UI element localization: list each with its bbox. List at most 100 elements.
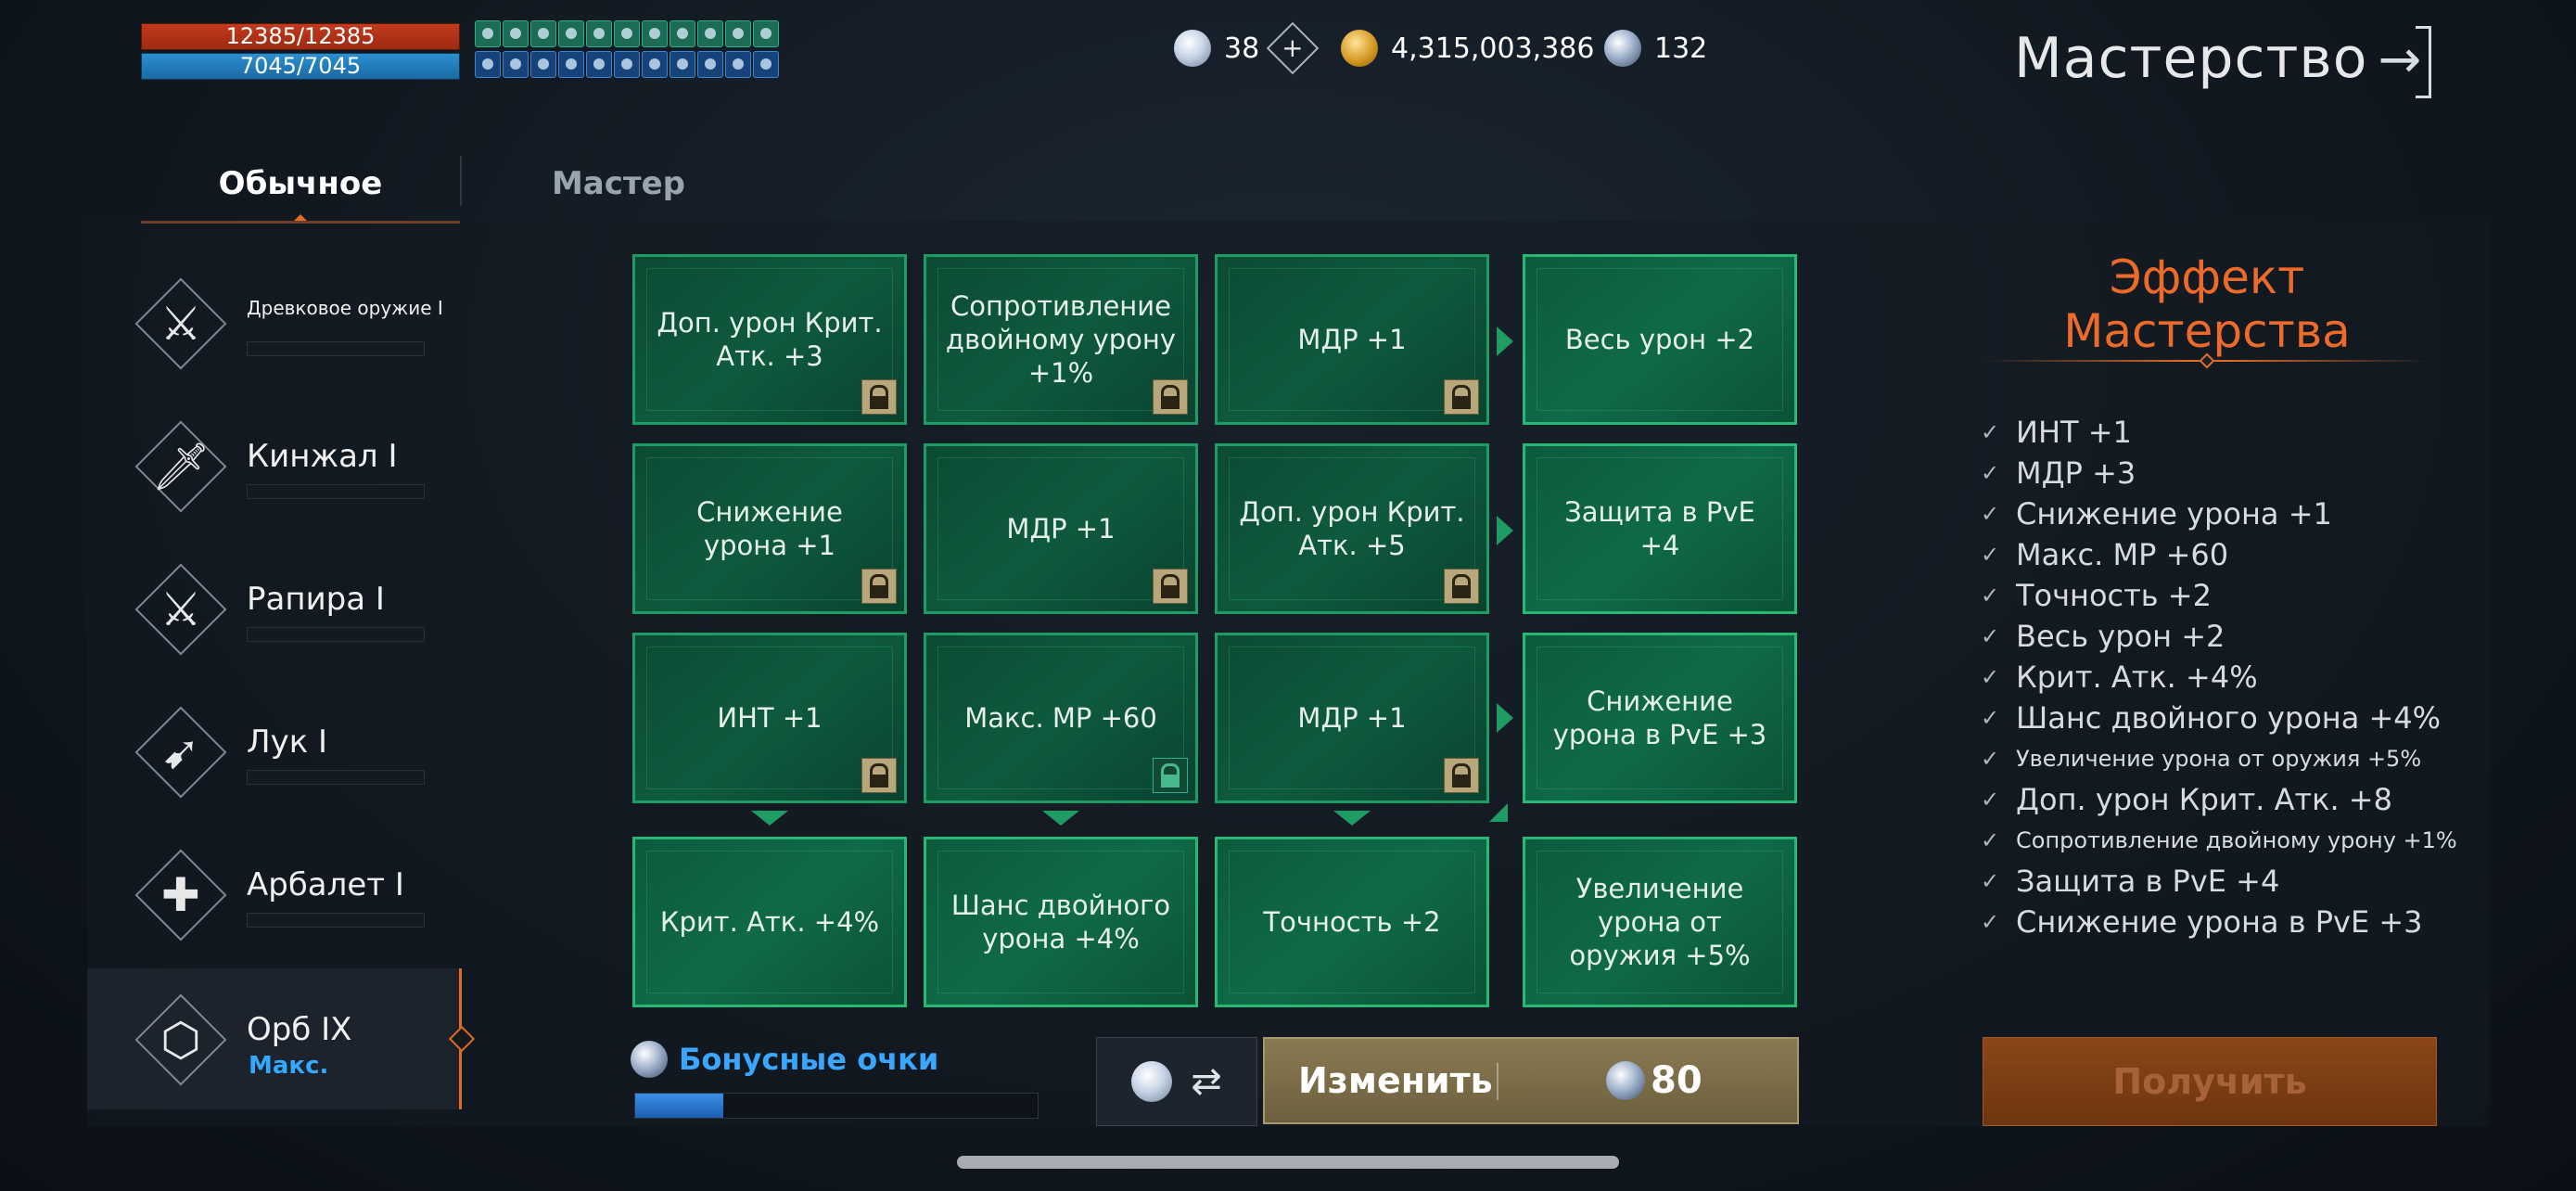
weapon-progress-bar bbox=[247, 341, 425, 356]
weapon-name: Рапира I bbox=[247, 581, 385, 618]
mastery-reward-node[interactable]: Снижение урона в PvE +3 bbox=[1523, 633, 1797, 803]
bow-icon: ➹ bbox=[141, 712, 221, 792]
weapon-item-rapier[interactable]: ⚔ Рапира I bbox=[87, 538, 462, 681]
mastery-node[interactable]: МДР +1 bbox=[924, 443, 1198, 614]
node-label: Сопротивление двойному урону +1% bbox=[945, 290, 1177, 389]
change-button[interactable]: Изменить 80 bbox=[1263, 1037, 1799, 1124]
node-label: МДР +1 bbox=[1297, 702, 1407, 734]
arrow-down-icon bbox=[751, 811, 788, 826]
check-icon: ✓ bbox=[1981, 868, 2000, 894]
crossbow-icon: ✚ bbox=[141, 855, 221, 935]
effect-item: ✓ МДР +3 bbox=[1981, 453, 2500, 493]
add-diamonds-button[interactable]: + bbox=[1266, 21, 1320, 75]
effect-text: МДР +3 bbox=[2016, 455, 2136, 491]
mastery-node[interactable]: МДР +1 bbox=[1215, 254, 1489, 425]
buff-icon bbox=[697, 51, 723, 78]
check-icon: ✓ bbox=[1981, 787, 2000, 813]
get-button[interactable]: Получить bbox=[1983, 1037, 2437, 1126]
weapon-name: Кинжал I bbox=[247, 438, 398, 475]
effect-item: ✓ Увеличение урона от оружия +5% bbox=[1981, 738, 2500, 779]
effect-item: ✓ Весь урон +2 bbox=[1981, 616, 2500, 657]
node-label: Снижение урона в PvE +3 bbox=[1552, 685, 1767, 750]
weapon-progress-bar bbox=[247, 484, 425, 499]
effect-text: Защита в PvE +4 bbox=[2016, 864, 2280, 899]
effect-item: ✓ Защита в PvE +4 bbox=[1981, 861, 2500, 902]
weapon-progress-bar bbox=[247, 770, 425, 785]
node-label: Крит. Атк. +4% bbox=[659, 906, 880, 938]
gold-currency: 4,315,003,386 bbox=[1341, 22, 1594, 74]
change-divider bbox=[1497, 1063, 1498, 1100]
effect-item: ✓ Снижение урона +1 bbox=[1981, 493, 2500, 534]
mastery-reward-node[interactable]: Защита в PvE +4 bbox=[1523, 443, 1797, 614]
unlocked-icon bbox=[1153, 758, 1188, 793]
buff-icon bbox=[753, 20, 779, 47]
orb-currency: 132 bbox=[1604, 22, 1707, 74]
mastery-node[interactable]: Снижение урона +1 bbox=[632, 443, 907, 614]
page-title: Мастерство bbox=[2014, 26, 2368, 91]
mastery-reward-node[interactable]: Увеличение урона от оружия +5% bbox=[1523, 837, 1797, 1007]
weapon-item-orb[interactable]: ⬡ Орб IX Макс. bbox=[87, 968, 476, 1109]
mastery-node[interactable]: Сопротивление двойному урону +1% bbox=[924, 254, 1198, 425]
check-icon: ✓ bbox=[1981, 501, 2000, 527]
buff-icon bbox=[586, 51, 612, 78]
hp-bar: 12385/12385 bbox=[141, 23, 460, 50]
lock-icon bbox=[861, 758, 897, 793]
buff-icon bbox=[697, 20, 723, 47]
exit-button[interactable]: → bbox=[2366, 26, 2433, 98]
mastery-reward-node[interactable]: Крит. Атк. +4% bbox=[632, 837, 907, 1007]
tab-normal[interactable]: Обычное bbox=[141, 147, 460, 224]
weapon-progress-bar bbox=[247, 627, 425, 642]
effect-text: Шанс двойного урона +4% bbox=[2016, 700, 2442, 736]
node-label: Точность +2 bbox=[1263, 906, 1441, 938]
effects-list: ✓ ИНТ +1 ✓ МДР +3 ✓ Снижение урона +1 ✓ Макс. M… bbox=[1981, 412, 2500, 942]
effect-text: Снижение урона +1 bbox=[2016, 496, 2332, 531]
diamond-currency: 38 + bbox=[1174, 21, 1320, 75]
mastery-reward-node[interactable]: Весь урон +2 bbox=[1523, 254, 1797, 425]
weapon-item-polearm[interactable]: ⚔ Древковое оружие I bbox=[87, 252, 462, 395]
diamond-icon bbox=[1174, 30, 1211, 67]
weapon-max-label: Макс. bbox=[249, 1052, 329, 1080]
weapon-item-bow[interactable]: ➹ Лук I bbox=[87, 681, 462, 824]
arrow-right-icon bbox=[1497, 703, 1513, 733]
effect-item: ✓ Крит. Атк. +4% bbox=[1981, 657, 2500, 698]
buff-icon bbox=[670, 20, 695, 47]
arrow-diagonal-icon bbox=[1489, 803, 1508, 822]
mastery-reward-node[interactable]: Шанс двойного урона +4% bbox=[924, 837, 1198, 1007]
effects-title: Эффект Мастерства bbox=[2063, 250, 2351, 358]
tab-master[interactable]: Мастер bbox=[482, 147, 755, 221]
arrow-down-icon bbox=[1333, 811, 1371, 826]
rapier-icon: ⚔ bbox=[141, 570, 221, 649]
mastery-node[interactable]: Доп. урон Крит. Атк. +3 bbox=[632, 254, 907, 425]
check-icon: ✓ bbox=[1981, 460, 2000, 486]
mastery-reward-node[interactable]: Точность +2 bbox=[1215, 837, 1489, 1007]
node-label: МДР +1 bbox=[1006, 513, 1116, 544]
node-label: Весь урон +2 bbox=[1564, 324, 1755, 355]
buff-icon bbox=[530, 51, 556, 78]
mastery-node[interactable]: ИНТ +1 bbox=[632, 633, 907, 803]
mp-value: 7045/7045 bbox=[239, 53, 362, 79]
buff-icons bbox=[475, 20, 779, 78]
lock-icon bbox=[1444, 569, 1479, 604]
polearm-icon: ⚔ bbox=[141, 284, 221, 364]
weapon-item-dagger[interactable]: 🗡 Кинжал I bbox=[87, 395, 462, 538]
gold-coin-icon bbox=[1341, 30, 1378, 67]
mastery-node[interactable]: Доп. урон Крит. Атк. +5 bbox=[1215, 443, 1489, 614]
lock-icon bbox=[1444, 379, 1479, 415]
effect-item: ✓ ИНТ +1 bbox=[1981, 412, 2500, 453]
currency-swap-button[interactable]: ⇄ bbox=[1096, 1037, 1257, 1126]
check-icon: ✓ bbox=[1981, 664, 2000, 690]
check-icon: ✓ bbox=[1981, 583, 2000, 608]
lock-icon bbox=[1153, 379, 1188, 415]
lock-icon bbox=[1153, 569, 1188, 604]
check-icon: ✓ bbox=[1981, 542, 2000, 568]
weapon-item-crossbow[interactable]: ✚ Арбалет I bbox=[87, 824, 462, 967]
lock-icon bbox=[861, 379, 897, 415]
weapon-name: Лук I bbox=[247, 724, 328, 761]
home-indicator bbox=[957, 1156, 1619, 1169]
mastery-node[interactable]: Макс. MP +60 bbox=[924, 633, 1198, 803]
change-cost-value: 80 bbox=[1651, 1059, 1702, 1102]
weapon-progress-bar bbox=[247, 913, 425, 928]
mastery-node[interactable]: МДР +1 bbox=[1215, 633, 1489, 803]
node-label: Снижение урона +1 bbox=[696, 496, 843, 561]
check-icon: ✓ bbox=[1981, 746, 2000, 772]
